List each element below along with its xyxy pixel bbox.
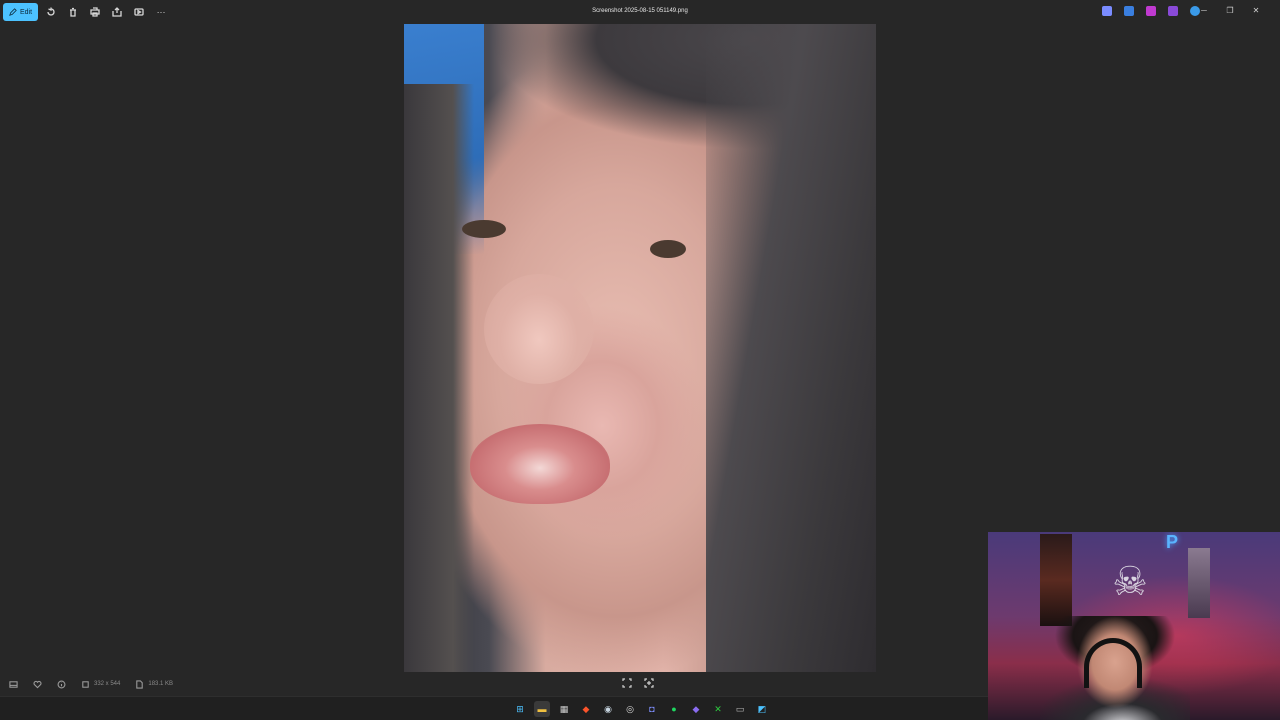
designer-icon[interactable] xyxy=(1124,6,1134,16)
windows-start-icon[interactable]: ⊞ xyxy=(512,701,528,717)
file-size-text: 183.1 KB xyxy=(148,681,174,687)
taskbar-apps: ⊞ ▬ ▦ ◆ ◉ ◎ ◘ ● ◆ ✕ ▭ ◩ xyxy=(512,701,770,717)
file-explorer-icon[interactable]: ▬ xyxy=(534,701,550,717)
file-size: 183.1 KB xyxy=(134,679,173,689)
window-controls: ─ ❐ ✕ xyxy=(1200,6,1260,16)
more-icon[interactable]: ··· xyxy=(152,3,170,21)
steam-icon[interactable]: ◉ xyxy=(600,701,616,717)
clipchamp-icon[interactable] xyxy=(1146,6,1156,16)
image-nose xyxy=(484,274,594,384)
xbox-icon[interactable]: ✕ xyxy=(710,701,726,717)
webcam-poster-right xyxy=(1188,548,1210,618)
title-bar: Edit ··· Screenshot 2025-08-15 051149.pn… xyxy=(0,0,1280,24)
close-icon[interactable]: ✕ xyxy=(1252,6,1260,16)
webcam-poster-left xyxy=(1040,534,1072,626)
onenote-icon[interactable] xyxy=(1168,6,1178,16)
photos-app-icon[interactable]: ◩ xyxy=(754,701,770,717)
filmstrip-icon[interactable] xyxy=(8,679,18,689)
image-eye-right xyxy=(650,240,686,258)
image-lips xyxy=(470,424,610,504)
onedrive-icon[interactable] xyxy=(1190,6,1200,16)
calendar-app-icon[interactable]: ▦ xyxy=(556,701,572,717)
proton-icon[interactable]: ◆ xyxy=(688,701,704,717)
jolly-roger-flag-icon: ☠ xyxy=(1112,560,1148,604)
delete-icon[interactable] xyxy=(64,3,82,21)
titlebar-app-icons xyxy=(1102,6,1200,16)
image-hair-right xyxy=(706,24,876,672)
discord-icon[interactable]: ◘ xyxy=(644,701,660,717)
restore-icon[interactable]: ❐ xyxy=(1226,6,1234,16)
image-dimensions: 332 x 544 xyxy=(80,679,120,689)
info-icon[interactable] xyxy=(56,679,66,689)
edit-button[interactable]: Edit xyxy=(3,3,39,21)
minimize-icon[interactable]: ─ xyxy=(1200,6,1208,16)
image-eye-left xyxy=(462,220,506,238)
headset-icon xyxy=(1084,638,1142,688)
webcam-overlay: ☠ P xyxy=(988,532,1280,720)
toolbar: Edit ··· xyxy=(3,3,170,21)
window-title: Screenshot 2025-08-15 051149.png xyxy=(592,8,688,14)
image-canvas[interactable] xyxy=(404,24,876,672)
zoom-controls xyxy=(622,675,654,693)
terminal-icon[interactable]: ▭ xyxy=(732,701,748,717)
spotify-icon[interactable]: ● xyxy=(666,701,682,717)
neon-sign-icon: P xyxy=(1166,532,1179,552)
slideshow-icon[interactable] xyxy=(130,3,148,21)
favorite-heart-icon[interactable] xyxy=(32,679,42,689)
file-size-icon xyxy=(134,679,144,689)
edit-button-label: Edit xyxy=(20,8,33,16)
fit-to-window-icon[interactable] xyxy=(622,675,632,693)
rotate-icon[interactable] xyxy=(42,3,60,21)
chrome-icon[interactable]: ◎ xyxy=(622,701,638,717)
edit-pencil-icon xyxy=(9,8,17,16)
dimensions-icon xyxy=(80,679,90,689)
share-icon[interactable] xyxy=(108,3,126,21)
print-icon[interactable] xyxy=(86,3,104,21)
brave-browser-icon[interactable]: ◆ xyxy=(578,701,594,717)
image-dimensions-text: 332 x 544 xyxy=(94,681,121,687)
copilot-icon[interactable] xyxy=(1102,6,1112,16)
info-left: 332 x 544 183.1 KB xyxy=(8,679,173,689)
actual-size-icon[interactable] xyxy=(644,675,654,693)
photos-app-window: Edit ··· Screenshot 2025-08-15 051149.pn… xyxy=(0,0,1280,720)
